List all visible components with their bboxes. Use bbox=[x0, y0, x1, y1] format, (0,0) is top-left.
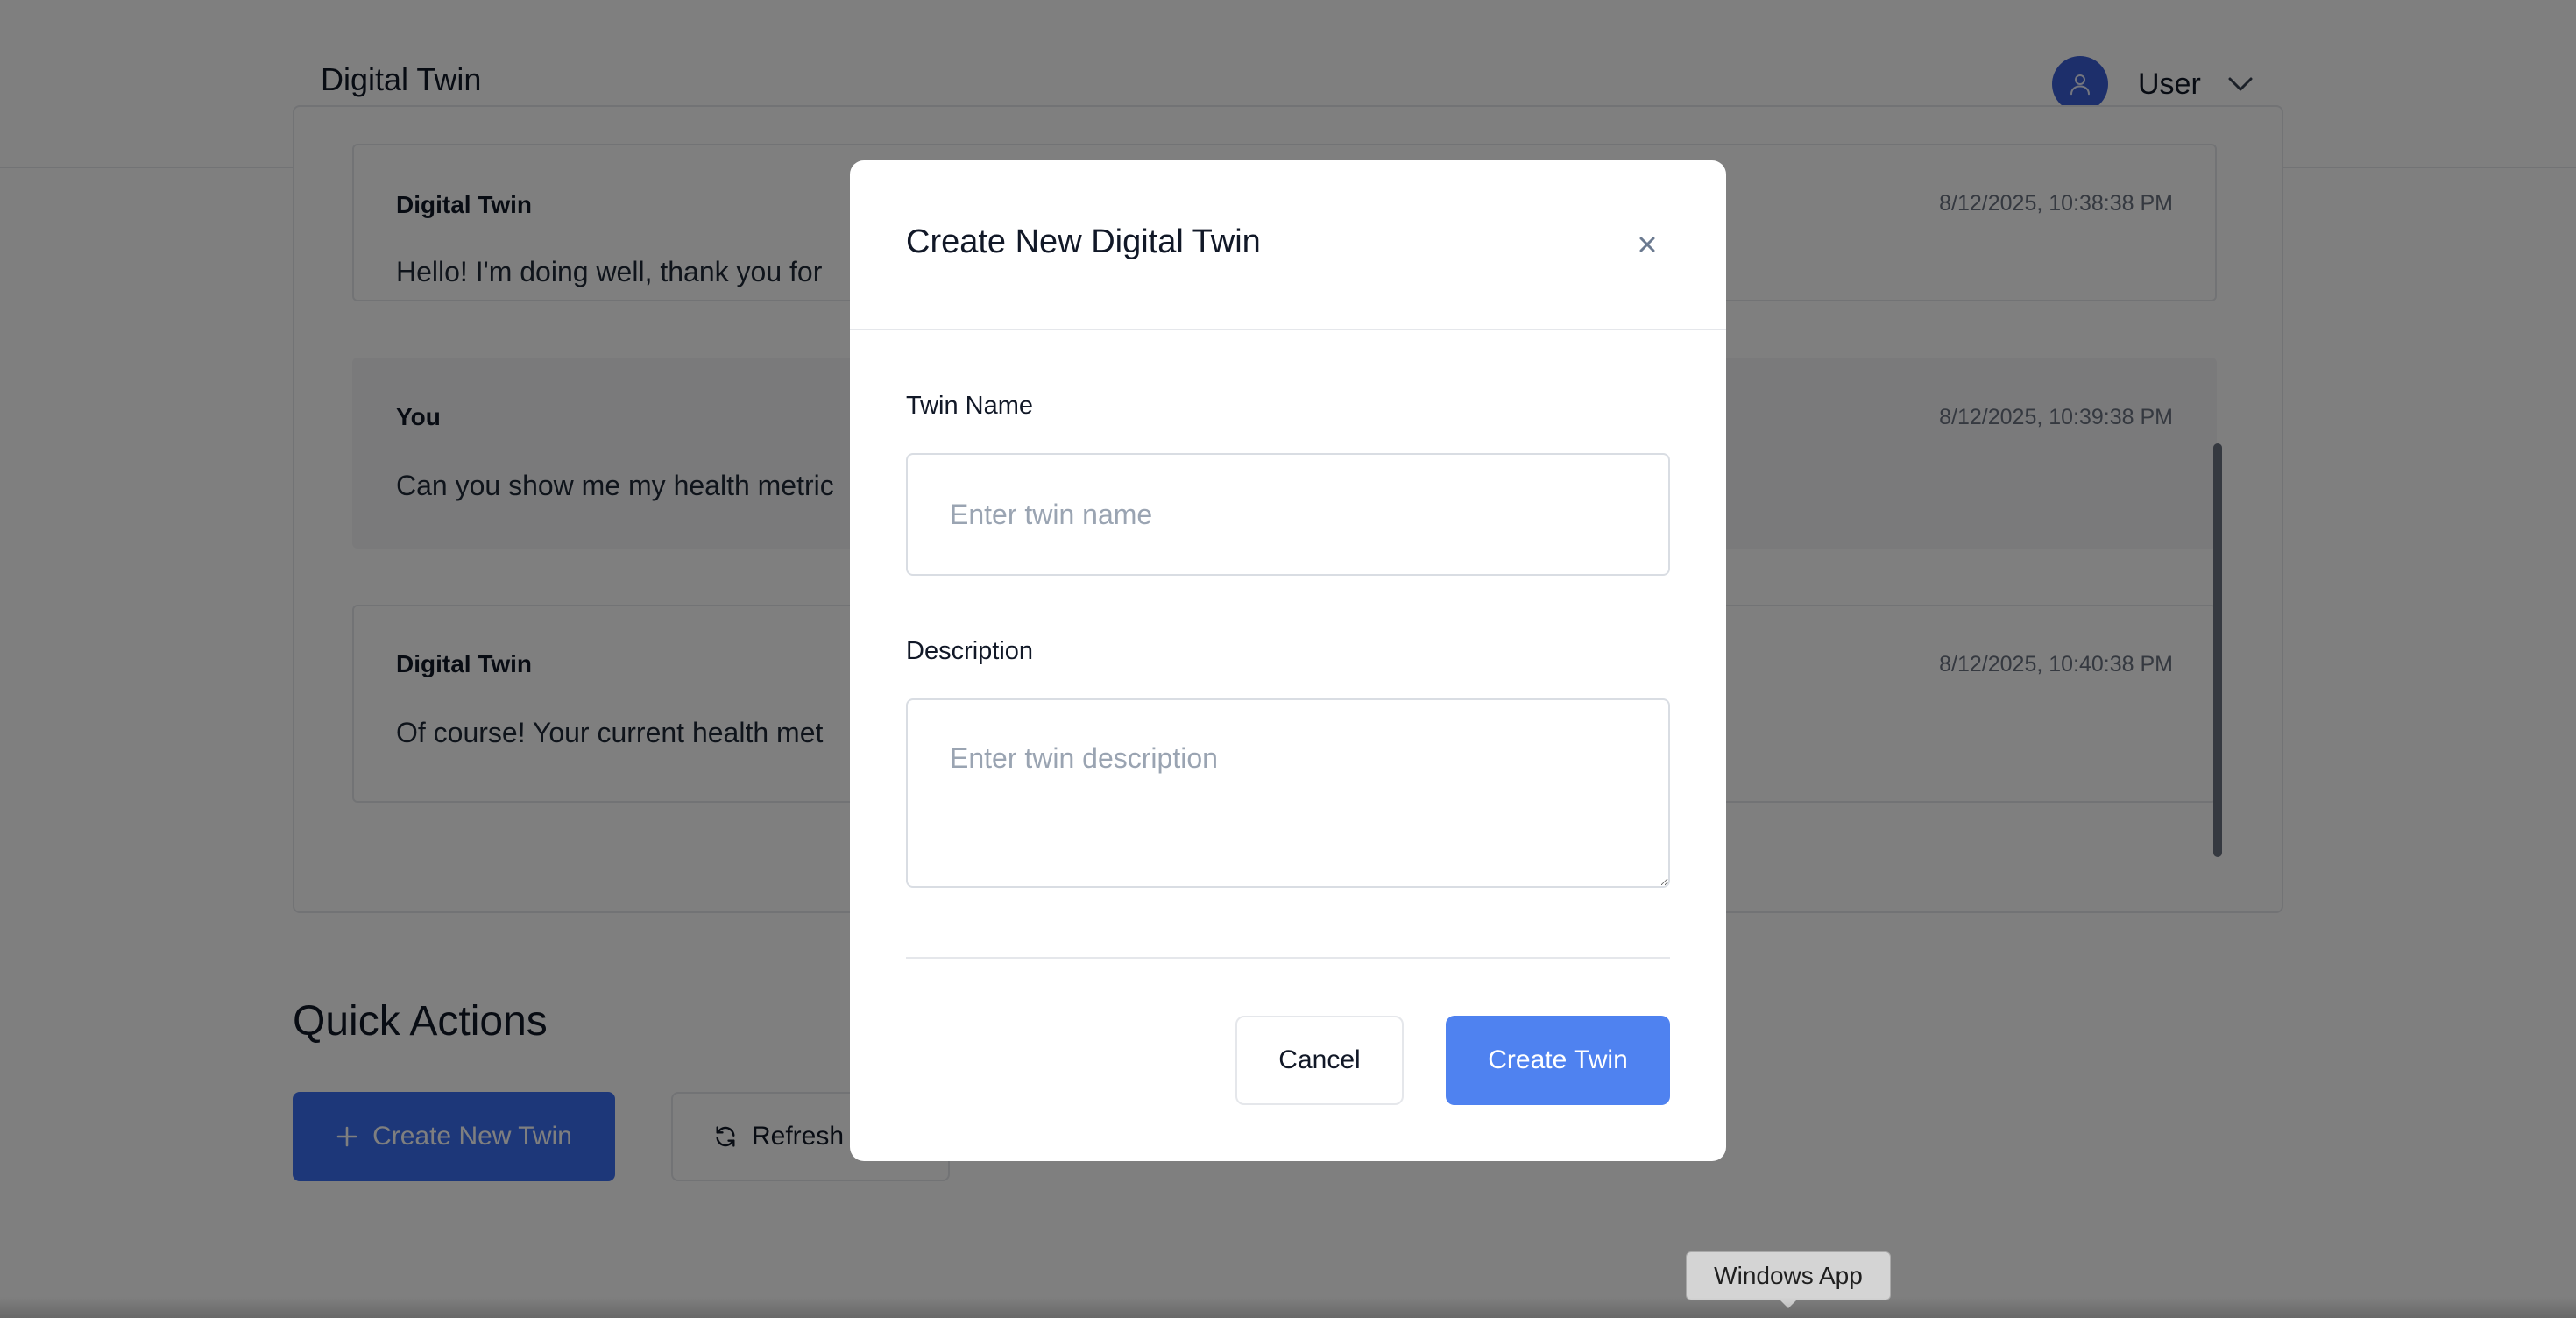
dialog-footer-divider bbox=[906, 957, 1670, 959]
close-button[interactable] bbox=[1626, 223, 1668, 266]
description-label: Description bbox=[906, 637, 1034, 665]
create-twin-button[interactable]: Create Twin bbox=[1446, 1016, 1670, 1105]
twin-description-input[interactable] bbox=[906, 698, 1670, 888]
twin-name-input[interactable] bbox=[906, 453, 1670, 576]
taskbar-edge bbox=[0, 1297, 2576, 1318]
close-icon bbox=[1639, 237, 1655, 252]
twin-name-label: Twin Name bbox=[906, 392, 1034, 420]
dialog-header-divider bbox=[850, 329, 1726, 330]
taskbar-tooltip: Windows App bbox=[1686, 1251, 1891, 1300]
dialog-title: Create New Digital Twin bbox=[906, 223, 1261, 260]
cancel-button[interactable]: Cancel bbox=[1235, 1016, 1404, 1105]
create-twin-dialog: Create New Digital Twin Twin Name Descri… bbox=[850, 160, 1726, 1161]
